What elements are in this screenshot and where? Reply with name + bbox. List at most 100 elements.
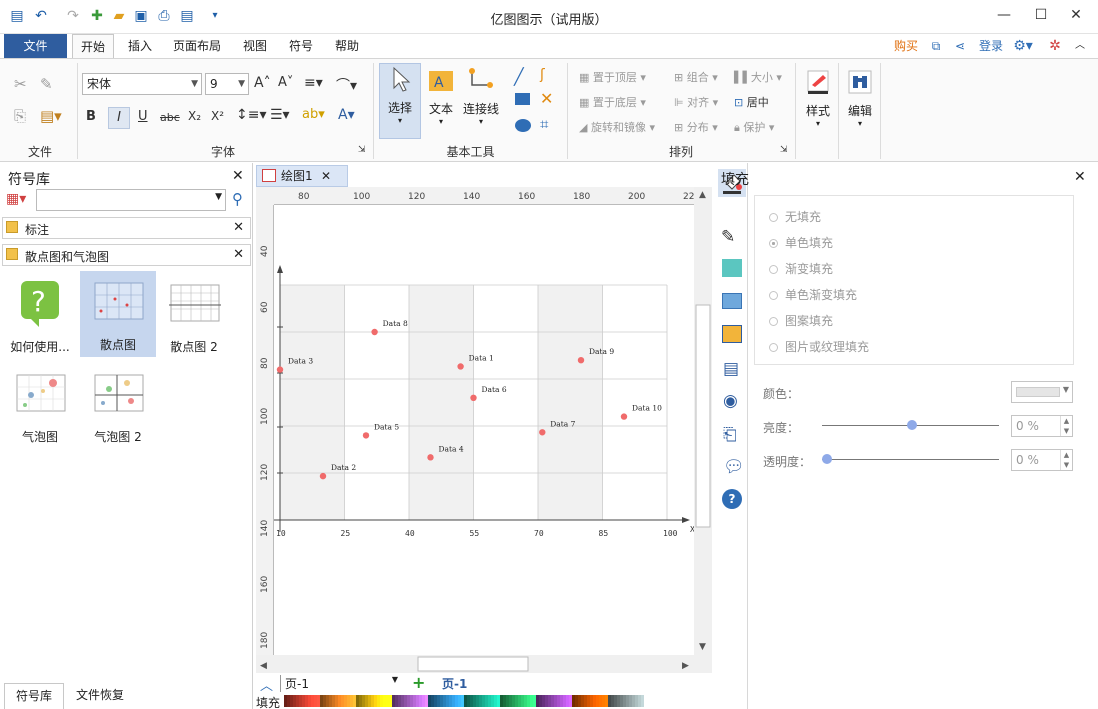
hyperlink-icon[interactable]: ◉	[723, 391, 738, 411]
transparency-spinner[interactable]: 0 % ▲ ▼	[1011, 449, 1073, 471]
collapse-ribbon-icon[interactable]: ︿	[1070, 34, 1090, 58]
library-item-bubble[interactable]: 气泡图	[2, 363, 78, 449]
image-icon[interactable]	[722, 293, 742, 309]
group-button[interactable]: ⊞ 组合 ▾	[674, 69, 718, 85]
text-tool-button[interactable]: A 文本 ▾	[422, 65, 460, 126]
horizontal-scroll-thumb[interactable]	[417, 656, 529, 672]
close-fill-panel-icon[interactable]: ✕	[1074, 169, 1086, 185]
buy-link[interactable]: 购买	[888, 34, 924, 58]
cut-icon[interactable]: ✂	[14, 75, 27, 93]
brightness-slider-thumb[interactable]	[907, 420, 917, 430]
center-button[interactable]: ⊡ 居中	[734, 94, 769, 110]
document-tab[interactable]: 绘图1 ✕	[256, 165, 348, 187]
strikethrough-icon[interactable]: abc	[160, 111, 180, 124]
tab-symbol[interactable]: 符号	[282, 34, 320, 58]
layer-icon[interactable]	[722, 325, 742, 343]
style-button[interactable]: 样式 ▾	[800, 67, 836, 128]
library-item-howto[interactable]: ? 如何使用...	[2, 273, 78, 359]
subscript-icon[interactable]: X₂	[188, 109, 201, 123]
superscript-icon[interactable]: X²	[211, 109, 224, 123]
transparency-slider[interactable]	[822, 459, 999, 460]
fill-option-single-gradient[interactable]: 单色渐变填充	[769, 286, 857, 303]
align-button[interactable]: ⊫ 对齐 ▾	[674, 94, 718, 110]
format-painter-icon[interactable]: ✎	[40, 75, 53, 93]
vertical-scroll-thumb[interactable]	[695, 304, 711, 528]
page-nav-up-icon[interactable]: ︿	[260, 675, 273, 694]
close-window-button[interactable]: ✕	[1062, 4, 1090, 26]
library-category-icon[interactable]: ▦▾	[6, 191, 26, 207]
brightness-spinner[interactable]: 0 % ▲ ▼	[1011, 415, 1073, 437]
fill-option-solid[interactable]: 单色填充	[769, 234, 833, 251]
page-tab[interactable]: 页-1	[442, 675, 467, 692]
close-tab-icon[interactable]: ✕	[321, 166, 331, 186]
color-palette[interactable]	[284, 695, 644, 707]
fill-option-pattern[interactable]: 图案填充	[769, 312, 833, 329]
search-icon[interactable]: ⚲	[232, 190, 243, 208]
section-callout[interactable]: 标注 ✕	[2, 217, 251, 239]
close-section-icon[interactable]: ✕	[233, 220, 244, 235]
tab-file-recovery[interactable]: 文件恢复	[68, 683, 132, 709]
font-name-select[interactable]: 宋体 ▼	[82, 73, 202, 95]
tab-insert[interactable]: 插入	[120, 34, 160, 58]
rectangle-tool-icon[interactable]	[515, 93, 530, 105]
close-section-icon[interactable]: ✕	[233, 247, 244, 262]
text-align-icon[interactable]: ≡▾	[304, 75, 323, 91]
italic-icon[interactable]: I	[108, 107, 130, 129]
fill-option-none[interactable]: 无填充	[769, 208, 821, 225]
size-button[interactable]: ▌▌大小 ▾	[734, 69, 782, 85]
close-library-icon[interactable]: ✕	[232, 168, 244, 184]
scroll-right-icon[interactable]: ▶	[682, 661, 689, 671]
tab-symbol-library[interactable]: 符号库	[4, 683, 64, 709]
library-item-scatter[interactable]: 散点图	[80, 271, 156, 357]
settings-gear-icon[interactable]: ⚙▾	[1010, 34, 1036, 58]
section-scatter-bubble[interactable]: 散点图和气泡图 ✕	[2, 244, 251, 266]
font-color-icon[interactable]: A▾	[338, 107, 355, 123]
line-spacing-icon[interactable]: ↕≡▾	[236, 107, 267, 123]
page-properties-icon[interactable]: ▤	[723, 359, 739, 379]
shadow-icon[interactable]	[722, 259, 742, 277]
minimize-button[interactable]: —	[990, 4, 1018, 26]
edit-button[interactable]: 编辑 ▾	[842, 67, 878, 128]
page-select[interactable]: 页-1 ▼	[280, 675, 400, 692]
line-style-icon[interactable]: ✎	[721, 227, 735, 247]
text-curve-icon[interactable]: ⌒▾	[336, 75, 357, 95]
underline-icon[interactable]: U	[138, 109, 148, 124]
select-tool-button[interactable]: 选择 ▾	[379, 63, 421, 139]
scroll-up-icon[interactable]: ▲	[699, 190, 706, 200]
line-tool-icon[interactable]: ╱	[514, 67, 524, 86]
protect-button[interactable]: 🔒︎ 保护 ▾	[734, 119, 774, 135]
tab-help[interactable]: 帮助	[328, 34, 366, 58]
cross-tool-icon[interactable]: ✕	[540, 89, 553, 108]
bold-icon[interactable]: B	[86, 109, 96, 124]
distribute-button[interactable]: ⊞ 分布 ▾	[674, 119, 718, 135]
scroll-left-icon[interactable]: ◀	[260, 661, 267, 671]
crop-tool-icon[interactable]: ⌗	[540, 115, 548, 133]
fill-color-select[interactable]: ▼	[1011, 381, 1073, 403]
bring-to-front-button[interactable]: ▦ 置于顶层 ▾	[579, 69, 646, 85]
highlight-icon[interactable]: ab▾	[302, 107, 325, 122]
transparency-slider-thumb[interactable]	[822, 454, 832, 464]
library-item-scatter-2[interactable]: 散点图 2	[156, 273, 232, 359]
share-screen-icon[interactable]: ⧉	[926, 34, 946, 58]
canvas[interactable]: 80 100 120 140 160 180 200 220 4060801001201401…	[256, 187, 712, 673]
help-icon[interactable]: ?	[722, 489, 742, 509]
tab-file[interactable]: 文件	[4, 34, 67, 58]
tab-home[interactable]: 开始	[72, 34, 114, 58]
bullets-icon[interactable]: ☰▾	[270, 107, 290, 123]
share-icon[interactable]: ⋖	[950, 34, 970, 58]
paste-icon[interactable]: ▤▾	[40, 107, 62, 125]
login-link[interactable]: 登录	[974, 34, 1008, 58]
shrink-font-icon[interactable]: A˅	[278, 75, 293, 90]
fill-option-gradient[interactable]: 渐变填充	[769, 260, 833, 277]
tab-view[interactable]: 视图	[236, 34, 274, 58]
scroll-down-icon[interactable]: ▼	[699, 642, 706, 652]
library-item-bubble-2[interactable]: 气泡图 2	[80, 363, 156, 449]
arrange-dialog-launcher-icon[interactable]: ⇲	[780, 145, 788, 155]
attachment-icon[interactable]: ⎗	[723, 425, 737, 445]
grow-font-icon[interactable]: A˄	[254, 75, 271, 91]
font-dialog-launcher-icon[interactable]: ⇲	[358, 145, 366, 155]
copy-icon[interactable]: ⎘	[14, 107, 26, 125]
comment-icon[interactable]: 💬︎	[723, 457, 745, 477]
palette-swatch[interactable]	[641, 695, 644, 707]
send-to-back-button[interactable]: ▦ 置于底层 ▾	[579, 94, 646, 110]
